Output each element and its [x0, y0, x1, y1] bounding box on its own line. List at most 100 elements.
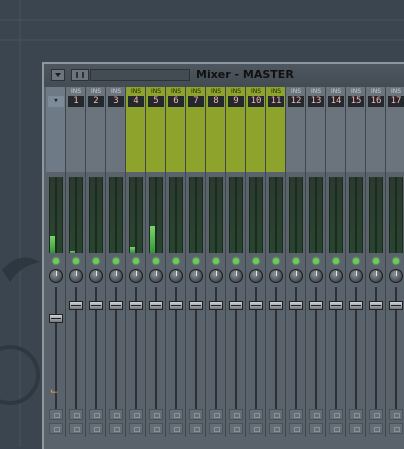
send-slot-icon[interactable] [229, 423, 243, 434]
mixer-strip-t17[interactable]: INS17Insert 17 [386, 87, 404, 437]
mixer-strip-t3[interactable]: INS3Insert 3 [106, 87, 126, 437]
enable-led-icon[interactable] [293, 258, 299, 264]
mixer-strip-t13[interactable]: INS13Insert 13 [306, 87, 326, 437]
volume-fader[interactable] [69, 301, 83, 310]
enable-led-icon[interactable] [393, 258, 399, 264]
volume-fader[interactable] [329, 301, 343, 310]
mixer-strip-t12[interactable]: INS12Insert 12 [286, 87, 306, 437]
send-slot-icon[interactable] [89, 423, 103, 434]
send-slot-icon[interactable] [309, 423, 323, 434]
pan-knob[interactable] [49, 269, 63, 283]
mixer-strip-t6[interactable]: INS6STYLUS 3 [166, 87, 186, 437]
send-slot-icon[interactable] [209, 409, 223, 420]
enable-led-icon[interactable] [353, 258, 359, 264]
volume-fader[interactable] [369, 301, 383, 310]
send-slot-icon[interactable] [389, 409, 403, 420]
send-slot-icon[interactable] [349, 423, 363, 434]
mixer-strip-t4[interactable]: INS4STYLUS 1 [126, 87, 146, 437]
volume-fader[interactable] [49, 314, 63, 323]
enable-led-icon[interactable] [53, 258, 59, 264]
enable-led-icon[interactable] [73, 258, 79, 264]
volume-fader[interactable] [209, 301, 223, 310]
enable-led-icon[interactable] [193, 258, 199, 264]
send-slot-icon[interactable] [309, 409, 323, 420]
mixer-strip-t2[interactable]: INS2Insert 2 [86, 87, 106, 437]
route-icon[interactable]: ⌙ [50, 386, 58, 397]
window-menu-button[interactable] [51, 69, 65, 81]
volume-fader[interactable] [249, 301, 263, 310]
send-slot-icon[interactable] [329, 409, 343, 420]
volume-fader[interactable] [109, 301, 123, 310]
send-slot-icon[interactable] [169, 409, 183, 420]
send-slot-icon[interactable] [189, 423, 203, 434]
send-slot-icon[interactable] [49, 423, 63, 434]
send-slot-icon[interactable] [129, 409, 143, 420]
pan-knob[interactable] [149, 269, 163, 283]
send-slot-icon[interactable] [249, 409, 263, 420]
titlebar-slider[interactable] [90, 69, 190, 81]
pan-knob[interactable] [129, 269, 143, 283]
mixer-strip-t16[interactable]: INS16Insert 16 [366, 87, 386, 437]
mixer-strip-t10[interactable]: INS10STYLUS 7 [246, 87, 266, 437]
send-slot-icon[interactable] [109, 409, 123, 420]
send-slot-icon[interactable] [209, 423, 223, 434]
send-slot-icon[interactable] [149, 423, 163, 434]
mixer-strip-t7[interactable]: INS7STYLUS 4 [186, 87, 206, 437]
volume-fader[interactable] [289, 301, 303, 310]
send-slot-icon[interactable] [289, 409, 303, 420]
pan-knob[interactable] [229, 269, 243, 283]
send-slot-icon[interactable] [349, 409, 363, 420]
send-slot-icon[interactable] [69, 409, 83, 420]
pan-knob[interactable] [89, 269, 103, 283]
volume-fader[interactable] [229, 301, 243, 310]
enable-led-icon[interactable] [133, 258, 139, 264]
send-slot-icon[interactable] [369, 423, 383, 434]
pan-knob[interactable] [329, 269, 343, 283]
send-slot-icon[interactable] [89, 409, 103, 420]
volume-fader[interactable] [89, 301, 103, 310]
mixer-strip-t11[interactable]: INS11STYLUS 8 [266, 87, 286, 437]
enable-led-icon[interactable] [153, 258, 159, 264]
mixer-strip-t8[interactable]: INS8STYLUS 5 [206, 87, 226, 437]
volume-fader[interactable] [189, 301, 203, 310]
enable-led-icon[interactable] [213, 258, 219, 264]
volume-fader[interactable] [309, 301, 323, 310]
pan-knob[interactable] [69, 269, 83, 283]
enable-led-icon[interactable] [173, 258, 179, 264]
mixer-strip-t15[interactable]: INS15Insert 15 [346, 87, 366, 437]
send-slot-icon[interactable] [109, 423, 123, 434]
volume-fader[interactable] [129, 301, 143, 310]
volume-fader[interactable] [269, 301, 283, 310]
pan-knob[interactable] [249, 269, 263, 283]
volume-fader[interactable] [389, 301, 403, 310]
send-slot-icon[interactable] [229, 409, 243, 420]
mixer-titlebar[interactable]: Mixer - MASTER [44, 64, 404, 87]
send-slot-icon[interactable] [369, 409, 383, 420]
enable-led-icon[interactable] [373, 258, 379, 264]
enable-led-icon[interactable] [273, 258, 279, 264]
pan-knob[interactable] [189, 269, 203, 283]
send-slot-icon[interactable] [269, 409, 283, 420]
mixer-strip-master[interactable]: ▾MASTER⌙ [46, 87, 66, 437]
send-slot-icon[interactable] [269, 423, 283, 434]
pan-knob[interactable] [209, 269, 223, 283]
enable-led-icon[interactable] [93, 258, 99, 264]
send-slot-icon[interactable] [189, 409, 203, 420]
pan-knob[interactable] [369, 269, 383, 283]
send-slot-icon[interactable] [69, 423, 83, 434]
send-slot-icon[interactable] [249, 423, 263, 434]
send-slot-icon[interactable] [169, 423, 183, 434]
pan-knob[interactable] [169, 269, 183, 283]
grip-icon[interactable] [71, 69, 89, 81]
mixer-strip-t5[interactable]: INS5STYLUS 2 [146, 87, 166, 437]
pan-knob[interactable] [309, 269, 323, 283]
pan-knob[interactable] [289, 269, 303, 283]
pan-knob[interactable] [109, 269, 123, 283]
pan-knob[interactable] [349, 269, 363, 283]
send-slot-icon[interactable] [49, 409, 63, 420]
mixer-strip-t9[interactable]: INS9STYLUS 6 [226, 87, 246, 437]
mixer-strip-t14[interactable]: INS14Insert 14 [326, 87, 346, 437]
send-slot-icon[interactable] [129, 423, 143, 434]
send-slot-icon[interactable] [329, 423, 343, 434]
master-icon[interactable]: ▾ [48, 96, 64, 107]
